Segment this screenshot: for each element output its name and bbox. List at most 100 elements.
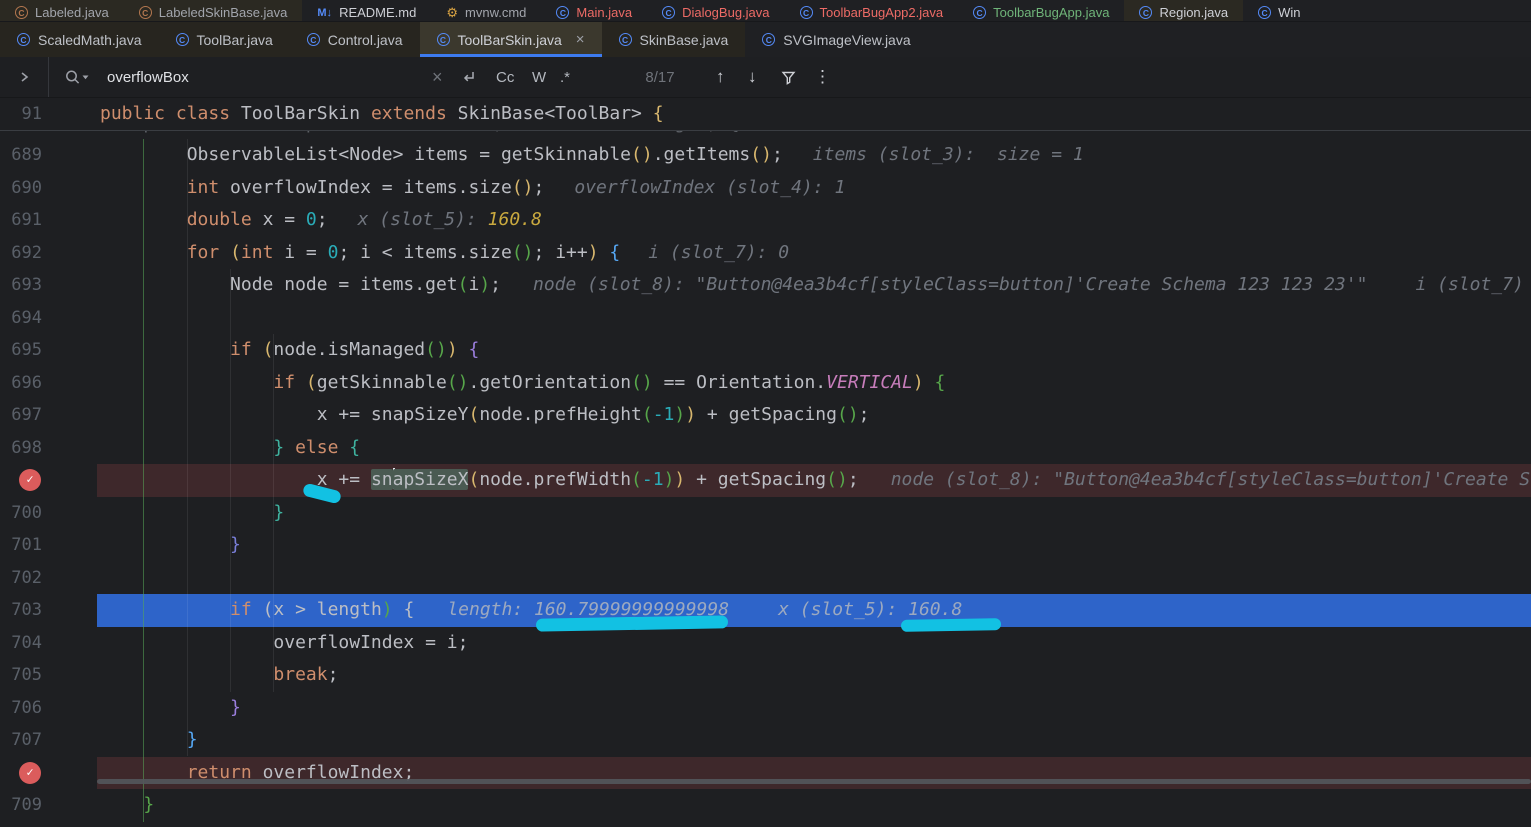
editor-tab-bar-active-group: CScaledMath.javaCToolBar.javaCControl.ja… xyxy=(0,21,1531,57)
insert-newline-icon[interactable] xyxy=(460,57,477,97)
code-line-697[interactable]: 697 x += snapSizeY(node.prefHeight(-1)) … xyxy=(0,399,1531,432)
line-number: 693 xyxy=(0,275,97,295)
code-text: if (x > length) {length: 160.79999999999… xyxy=(100,594,962,627)
search-input[interactable]: overflowBox xyxy=(107,57,189,97)
debugger-inline-hint: x (slot_5): xyxy=(358,209,488,230)
line-number: 703 xyxy=(0,600,97,620)
file-tab-Control.java[interactable]: CControl.java xyxy=(290,22,420,57)
code-line-689[interactable]: 689 ObservableList<Node> items = getSkin… xyxy=(0,139,1531,172)
code-line-698[interactable]: 698 } else { xyxy=(0,432,1531,465)
tab-label: ToolBar.java xyxy=(197,32,273,48)
line-number: 701 xyxy=(0,535,97,555)
file-tab-DialogBug.java[interactable]: CDialogBug.java xyxy=(647,0,784,21)
line-number: 695 xyxy=(0,340,97,360)
code-line-701[interactable]: 701 } xyxy=(0,529,1531,562)
file-tab-ToolbarBugApp2.java[interactable]: CToolbarBugApp2.java xyxy=(785,0,959,21)
code-line-705[interactable]: 705 break; xyxy=(0,659,1531,692)
code-text: if (node.isManaged()) { xyxy=(100,334,479,367)
tab-label: Main.java xyxy=(576,5,632,20)
file-tab-LabeledSkinBase.java[interactable]: C LabeledSkinBase.java xyxy=(124,0,303,21)
file-tab-mvnw.cmd[interactable]: ⚙mvnw.cmd xyxy=(431,0,541,21)
whole-words-toggle[interactable]: W xyxy=(532,57,546,97)
search-filter-icon[interactable] xyxy=(780,57,797,97)
debugger-inline-hint: overflowIndex (slot_4): 1 xyxy=(574,177,845,198)
match-case-toggle[interactable]: Cc xyxy=(496,57,514,97)
class-icon: C xyxy=(973,6,986,19)
file-tab-ScaledMath.java[interactable]: C ScaledMath.java xyxy=(0,22,159,57)
close-tab-icon[interactable]: × xyxy=(576,32,585,47)
line-number: 705 xyxy=(0,665,97,685)
sticky-header-line[interactable]: 91 public class ToolBarSkin extends Skin… xyxy=(0,98,1531,131)
previous-match-icon[interactable]: ↑ xyxy=(716,57,725,97)
line-number: 706 xyxy=(0,698,97,718)
tab-label: LabeledSkinBase.java xyxy=(159,5,288,20)
file-tab-Main.java[interactable]: CMain.java xyxy=(541,0,647,21)
tab-label: ToolbarBugApp2.java xyxy=(820,5,944,20)
class-icon: C xyxy=(1139,6,1152,19)
code-line-704[interactable]: 704 overflowIndex = i; xyxy=(0,627,1531,660)
code-line-706[interactable]: 706 } xyxy=(0,692,1531,725)
debugger-inline-hint: node (slot_8): "Button@4ea3b4cf[styleCla… xyxy=(891,469,1531,490)
breakpoint-icon[interactable]: ✓ xyxy=(19,469,41,491)
code-line-708[interactable]: ✓ return overflowIndex; xyxy=(0,757,1531,790)
code-line-692[interactable]: 692 for (int i = 0; i < items.size(); i+… xyxy=(0,237,1531,270)
code-line-691[interactable]: 691 double x = 0;x (slot_5): 160.8 xyxy=(0,204,1531,237)
class-icon: C xyxy=(662,6,675,19)
sticky-line-number: 91 xyxy=(0,104,97,124)
file-tab-ToolBarSkin.java[interactable]: C ToolBarSkin.java × xyxy=(420,22,602,57)
file-tab-Win[interactable]: CWin xyxy=(1243,0,1315,21)
code-text: double x = 0;x (slot_5): 160.8 xyxy=(100,204,542,237)
file-tab-SkinBase.java[interactable]: CSkinBase.java xyxy=(602,22,746,57)
tab-label: Control.java xyxy=(328,32,403,48)
tab-label: ToolBarSkin.java xyxy=(458,32,562,48)
line-number: 697 xyxy=(0,405,97,425)
next-match-icon[interactable]: ↓ xyxy=(748,57,757,97)
code-line-690[interactable]: 690 int overflowIndex = items.size();ove… xyxy=(0,172,1531,205)
code-editor[interactable]: 91 public class ToolBarSkin extends Skin… xyxy=(0,98,1531,787)
line-number: 704 xyxy=(0,633,97,653)
gear-icon: ⚙ xyxy=(446,6,458,19)
code-line-703[interactable]: 703 if (x > length) {length: 160.7999999… xyxy=(0,594,1531,627)
tab-label: ScaledMath.java xyxy=(38,32,142,48)
class-icon: C xyxy=(17,33,30,46)
horizontal-scrollbar[interactable] xyxy=(97,779,1531,784)
debugger-inline-hint: 160.8 xyxy=(488,209,542,230)
code-line-707[interactable]: 707 } xyxy=(0,724,1531,757)
file-tab-Region.java[interactable]: CRegion.java xyxy=(1124,0,1243,21)
tab-label: Win xyxy=(1278,5,1300,20)
line-number: 691 xyxy=(0,210,97,230)
search-icon[interactable] xyxy=(64,57,91,97)
line-number: 696 xyxy=(0,373,97,393)
breakpoint-icon[interactable]: ✓ xyxy=(19,762,41,784)
tab-label: README.md xyxy=(339,5,416,20)
debugger-inline-hint: x (slot_5): 160.8 xyxy=(778,599,962,620)
regex-toggle[interactable]: .* xyxy=(560,57,570,97)
file-tab-README.md[interactable]: M↓ README.md xyxy=(302,0,431,21)
class-icon: C xyxy=(139,6,152,19)
code-line-699[interactable]: ✓ x += snapSizeX(node.prefWidth(-1)) + g… xyxy=(0,464,1531,497)
find-expand-chevron-icon[interactable] xyxy=(0,57,49,97)
markdown-icon: M↓ xyxy=(317,7,332,19)
file-tab-SVGImageView.java[interactable]: C SVGImageView.java xyxy=(745,22,927,57)
file-tab-Labeled.java[interactable]: CLabeled.java xyxy=(0,0,124,21)
code-text: Node node = items.get(i);node (slot_8): … xyxy=(100,269,1524,302)
code-line-709[interactable]: 709 } xyxy=(0,789,1531,822)
search-more-options-icon[interactable]: ⋮ xyxy=(814,57,831,97)
code-line-700[interactable]: 700 } xyxy=(0,497,1531,530)
file-tab-ToolbarBugApp.java[interactable]: CToolbarBugApp.java xyxy=(958,0,1124,21)
class-icon: C xyxy=(437,33,450,46)
class-icon: C xyxy=(762,33,775,46)
code-text: } xyxy=(100,692,241,725)
file-tab-ToolBar.java[interactable]: CToolBar.java xyxy=(159,22,290,57)
clear-search-icon[interactable]: × xyxy=(432,57,443,97)
clipped-code-line: private int computeOverflowIndex(final d… xyxy=(0,131,1531,139)
line-number: 694 xyxy=(0,308,97,328)
tab-label: SVGImageView.java xyxy=(783,32,910,48)
code-text: int overflowIndex = items.size();overflo… xyxy=(100,172,845,205)
code-line-696[interactable]: 696 if (getSkinnable().getOrientation() … xyxy=(0,367,1531,400)
line-number: 709 xyxy=(0,795,97,815)
code-text: x += snapSizeY(node.prefHeight(-1)) + ge… xyxy=(100,399,870,432)
code-line-695[interactable]: 695 if (node.isManaged()) { xyxy=(0,334,1531,367)
code-line-693[interactable]: 693 Node node = items.get(i);node (slot_… xyxy=(0,269,1531,302)
find-bar: overflowBox × Cc W .* 8/17 ↑ ↓ ⋮ xyxy=(0,57,1531,98)
